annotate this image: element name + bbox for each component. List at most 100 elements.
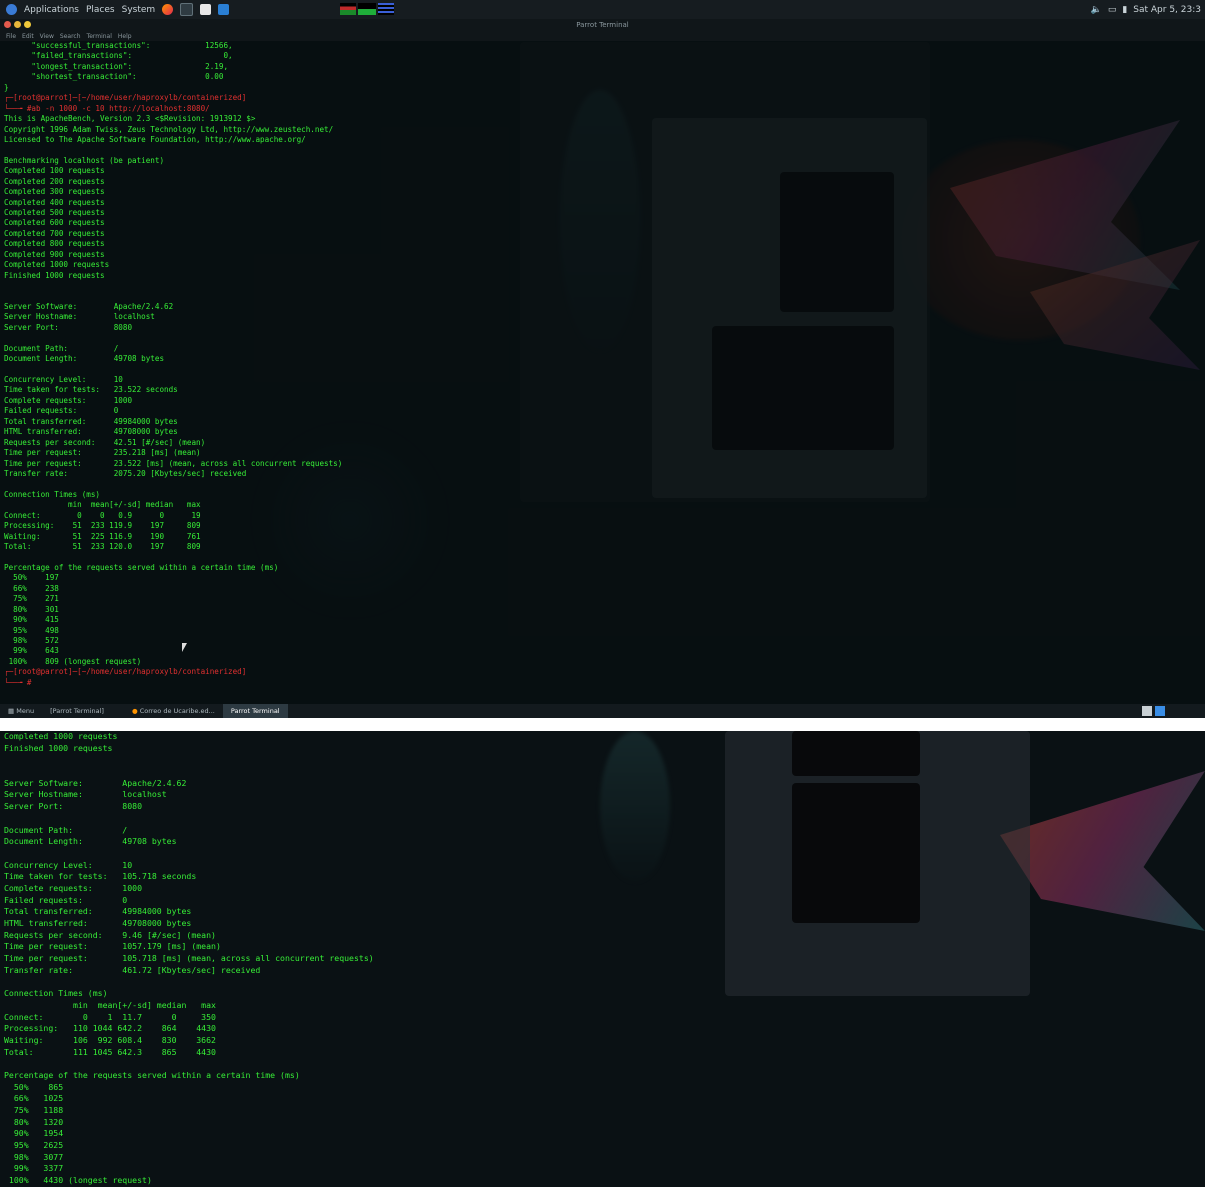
terminal-line: Server Software: Apache/2.4.62 — [4, 301, 174, 311]
terminal-line: Completed 800 requests — [4, 239, 105, 249]
terminal-line: Document Path: / — [4, 343, 119, 353]
taskbar-item-terminal-active[interactable]: Parrot Terminal — [222, 704, 288, 718]
taskbar-item-browser[interactable]: ● Correo de Ucaribe.ed... — [112, 704, 223, 718]
terminal-line: Completed 700 requests — [4, 228, 105, 238]
terminal-line: Processing: 110 1044 642.2 864 4430 — [4, 1023, 216, 1034]
taskbar-menu-label: Menu — [16, 707, 35, 715]
bottom-taskbar: ▦ Menu [Parrot Terminal] ● Correo de Uca… — [0, 704, 1205, 718]
terminal-line: Requests per second: 9.46 [#/sec] (mean) — [4, 929, 216, 940]
desktop-screenshot-top: Applications Places System 🔈 ▭ ▮ Sat Apr… — [0, 0, 1205, 718]
terminal-line: Benchmarking localhost (be patient) — [4, 155, 165, 165]
terminal-line: 95% 498 — [4, 625, 59, 635]
workspace-2[interactable] — [1155, 706, 1165, 716]
panel-menu: Applications Places System — [0, 3, 230, 16]
mouse-cursor-icon — [182, 643, 187, 652]
terminal-line: 66% 238 — [4, 583, 59, 593]
maximize-window-button[interactable] — [24, 21, 31, 28]
terminal-line: Finished 1000 requests — [4, 742, 113, 753]
terminal-line: Licensed to The Apache Software Foundati… — [4, 134, 306, 144]
workspace-1[interactable] — [1142, 706, 1152, 716]
taskbar-item-browser-label: Correo de Ucaribe.ed... — [139, 707, 215, 715]
terminal-line: Complete requests: 1000 — [4, 882, 143, 893]
terminal-line: Completed 1000 requests — [4, 260, 110, 270]
panel-tray: 🔈 ▭ ▮ Sat Apr 5, 23:3 — [1091, 5, 1205, 15]
volume-icon[interactable]: 🔈 — [1091, 5, 1102, 15]
terminal-title: Parrot Terminal — [576, 21, 629, 29]
terminal-line: Processing: 51 233 119.9 197 809 — [4, 521, 201, 531]
text-editor-icon[interactable] — [200, 4, 212, 15]
terminal-line: └──╼ # — [4, 677, 32, 687]
firefox-icon[interactable] — [162, 4, 174, 15]
background-chat-image-2 — [792, 783, 920, 923]
taskbar-menu-button[interactable]: ▦ Menu — [0, 704, 42, 718]
terminal-line: Total: 111 1045 642.3 865 4430 — [4, 1046, 216, 1057]
terminal-line: Completed 1000 requests — [4, 731, 118, 741]
terminal-line: Document Length: 49708 bytes — [4, 354, 165, 364]
terminal-line: 75% 271 — [4, 594, 59, 604]
terminal-line: Server Hostname: localhost — [4, 789, 167, 800]
terminal-line: Connect: 0 0 0.9 0 19 — [4, 510, 201, 520]
battery-icon[interactable]: ▮ — [1122, 5, 1127, 15]
terminal-line: Document Path: / — [4, 824, 128, 835]
menu-edit[interactable]: Edit — [22, 33, 34, 40]
terminal-line: 80% 301 — [4, 604, 59, 614]
terminal-output[interactable]: "successful_transactions": 12566, "faile… — [0, 41, 1205, 704]
close-window-button[interactable] — [4, 21, 11, 28]
terminal-lines-second: Completed 1000 requests Finished 1000 req… — [4, 731, 374, 1187]
menu-terminal[interactable]: Terminal — [87, 33, 112, 40]
terminal-line: Transfer rate: 2075.20 [Kbytes/sec] rece… — [4, 468, 247, 478]
menu-view[interactable]: View — [40, 33, 54, 40]
system-monitor-graphs — [340, 3, 394, 15]
terminal-line: Completed 400 requests — [4, 197, 105, 207]
terminal-lines: "successful_transactions": 12566, "faile… — [4, 41, 342, 688]
terminal-line: 98% 572 — [4, 635, 59, 645]
terminal-line: Connection Times (ms) — [4, 489, 101, 499]
parrot-logo-icon[interactable] — [6, 4, 17, 15]
menu-search[interactable]: Search — [60, 33, 81, 40]
taskbar-item-terminal-minimized[interactable]: [Parrot Terminal] — [42, 704, 112, 718]
terminal-icon[interactable] — [180, 3, 194, 16]
menu-places[interactable]: Places — [86, 5, 115, 15]
vscode-icon[interactable] — [218, 4, 230, 15]
terminal-line: Waiting: 106 992 608.4 830 3662 — [4, 1034, 216, 1045]
background-chat-image-1 — [792, 731, 920, 776]
terminal-line: Completed 900 requests — [4, 249, 105, 259]
workspace-switcher — [1142, 706, 1205, 716]
terminal-line: Completed 500 requests — [4, 208, 105, 217]
terminal-line: Total: 51 233 120.0 197 809 — [4, 542, 201, 551]
terminal-line: } — [4, 82, 9, 92]
terminal-line: "failed_transactions": 0, — [4, 51, 233, 61]
menu-help[interactable]: Help — [118, 33, 132, 40]
terminal-line: Failed requests: 0 — [4, 894, 128, 905]
display-icon[interactable]: ▭ — [1108, 5, 1117, 15]
terminal-line: Connection Times (ms) — [4, 988, 108, 999]
clock[interactable]: Sat Apr 5, 23:3 — [1133, 5, 1201, 15]
menu-system[interactable]: System — [122, 5, 156, 15]
terminal-line: Server Port: 8080 — [4, 322, 133, 332]
terminal-line: Concurrency Level: 10 — [4, 375, 123, 384]
menu-applications[interactable]: Applications — [24, 5, 79, 15]
terminal-line: Completed 300 requests — [4, 187, 105, 197]
terminal-line: Completed 100 requests — [4, 166, 105, 176]
terminal-line: Time per request: 235.218 [ms] (mean) — [4, 448, 201, 458]
terminal-line: min mean[+/-sd] median max — [4, 500, 201, 510]
terminal-line: Completed 200 requests — [4, 176, 105, 186]
terminal-line: 90% 415 — [4, 615, 59, 625]
terminal-line: "successful_transactions": 12566, — [4, 41, 233, 50]
menu-file[interactable]: File — [6, 33, 16, 40]
minimize-window-button[interactable] — [14, 21, 21, 28]
terminal-line: 50% 197 — [4, 573, 59, 583]
terminal-line: Requests per second: 42.51 [#/sec] (mean… — [4, 437, 206, 447]
grid-icon: ▦ — [8, 707, 15, 715]
terminal-line: HTML transferred: 49708000 bytes — [4, 918, 192, 928]
terminal-line: 90% 1954 — [4, 1128, 64, 1139]
terminal-line: Time per request: 105.718 [ms] (mean, ac… — [4, 953, 374, 964]
window-controls — [4, 21, 31, 28]
